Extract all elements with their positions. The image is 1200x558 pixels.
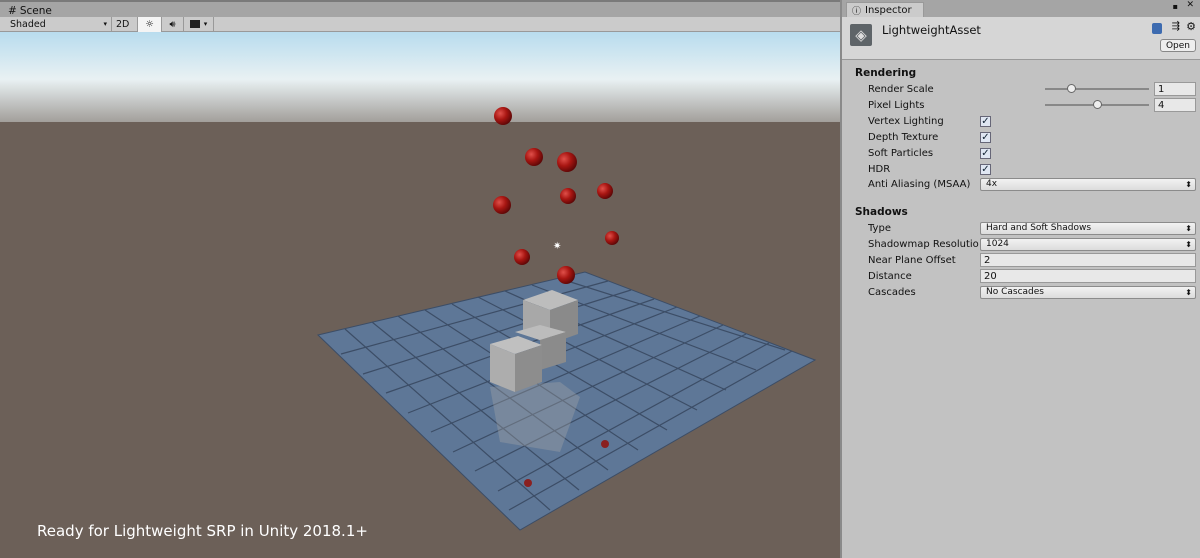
effects-dropdown[interactable]: ▾ — [184, 16, 214, 32]
soft-particles-checkbox[interactable]: ✓ — [980, 147, 991, 159]
pixel-lights-slider[interactable] — [1045, 100, 1149, 109]
depth-texture-row: Depth Texture ✓ — [868, 131, 991, 143]
depth-texture-checkbox[interactable]: ✓ — [980, 131, 991, 143]
slider-knob[interactable] — [1067, 84, 1076, 93]
unity-asset-icon: ◈ — [850, 24, 872, 46]
shadow-type-row: Type Hard and Soft Shadows — [868, 221, 1196, 235]
inspector-panel: ⓘ Inspector ▪ ✕ ◈ LightweightAsset ⇶ ⚙ Op… — [840, 0, 1200, 558]
help-icon[interactable] — [1152, 23, 1162, 34]
dropdown-arrow-icon: ▾ — [103, 20, 107, 28]
vertex-lighting-row: Vertex Lighting ✓ — [868, 115, 991, 127]
shadow-resolution-row: Shadowmap Resolutio 1024 — [868, 237, 1196, 251]
lock-icon[interactable]: ▪ — [1173, 2, 1178, 11]
sun-icon: ☼ — [145, 18, 154, 30]
scene-render: ✷ — [0, 32, 840, 558]
tab-inspector[interactable]: ⓘ Inspector — [846, 2, 924, 17]
pixel-lights-field[interactable]: 4 — [1154, 98, 1196, 112]
scene-tab-bar: # Scene — [0, 0, 840, 17]
hdr-checkbox[interactable]: ✓ — [980, 163, 991, 175]
caption-text: Ready for Lightweight SRP in Unity 2018.… — [37, 522, 368, 540]
close-icon[interactable]: ✕ — [1186, 0, 1194, 10]
anti-aliasing-dropdown[interactable]: 4x — [980, 177, 1196, 191]
render-scale-field[interactable]: 1 — [1154, 82, 1196, 96]
open-button[interactable]: Open — [1160, 39, 1196, 52]
grid-icon: # — [8, 4, 17, 17]
soft-particles-row: Soft Particles ✓ — [868, 147, 991, 159]
speaker-icon: 🔊︎ — [169, 18, 176, 30]
pixel-lights-row: Pixel Lights 4 — [868, 98, 1196, 112]
cascades-row: Cascades No Cascades — [868, 285, 1196, 299]
audio-toggle-button[interactable]: 🔊︎ — [162, 16, 184, 32]
near-plane-field[interactable]: 2 — [980, 253, 1196, 267]
slider-knob[interactable] — [1093, 100, 1102, 109]
info-icon: ⓘ — [852, 6, 862, 17]
asset-header: ◈ LightweightAsset ⇶ ⚙ Open — [842, 17, 1200, 60]
shadow-type-dropdown[interactable]: Hard and Soft Shadows — [980, 221, 1196, 235]
rendering-header: Rendering — [855, 67, 917, 79]
cascades-dropdown[interactable]: No Cascades — [980, 285, 1196, 299]
presets-icon[interactable]: ⇶ — [1172, 21, 1180, 32]
scene-viewport[interactable]: ✷ Ready for Lightweight SRP in Unity 201… — [0, 32, 840, 558]
hdr-row: HDR ✓ — [868, 163, 991, 175]
2d-toggle-button[interactable]: 2D — [112, 16, 138, 32]
asset-title: LightweightAsset — [882, 23, 981, 37]
render-scale-slider[interactable] — [1045, 84, 1149, 93]
anti-aliasing-row: Anti Aliasing (MSAA) 4x — [868, 177, 1196, 191]
light-gizmo-icon: ✷ — [553, 241, 561, 252]
gear-icon[interactable]: ⚙ — [1186, 20, 1196, 33]
lighting-toggle-button[interactable]: ☼ — [138, 16, 162, 32]
dropdown-arrow-icon: ▾ — [203, 20, 208, 28]
image-icon — [189, 20, 200, 28]
scene-toolbar: Shaded ▾ 2D ☼ 🔊︎ ▾ — [0, 16, 840, 32]
inspector-tab-bar: ⓘ Inspector ▪ ✕ — [842, 0, 1200, 17]
distance-row: Distance 20 — [868, 269, 1196, 283]
shading-mode-dropdown[interactable]: Shaded ▾ — [0, 16, 112, 32]
render-scale-row: Render Scale 1 — [868, 82, 1196, 96]
near-plane-row: Near Plane Offset 2 — [868, 253, 1196, 267]
distance-field[interactable]: 20 — [980, 269, 1196, 283]
shadows-header: Shadows — [855, 206, 908, 218]
scene-view-panel: # Scene Shaded ▾ 2D ☼ 🔊︎ ▾ ✷ Ready for L… — [0, 0, 840, 558]
vertex-lighting-checkbox[interactable]: ✓ — [980, 115, 991, 127]
shadow-resolution-dropdown[interactable]: 1024 — [980, 237, 1196, 251]
